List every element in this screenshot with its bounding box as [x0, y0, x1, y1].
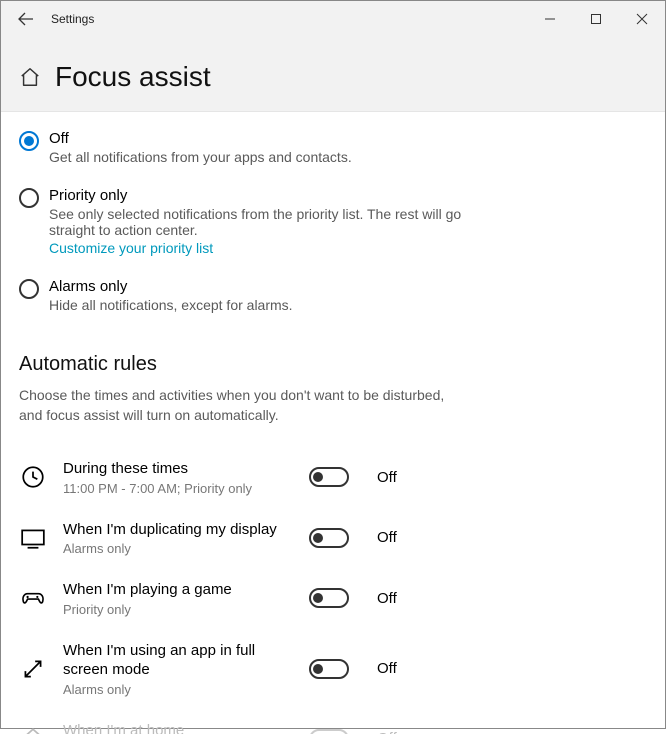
mode-priority[interactable]: Priority only See only selected notifica…: [19, 179, 647, 270]
mode-off[interactable]: Off Get all notifications from your apps…: [19, 122, 647, 179]
content-scroll[interactable]: Off Get all notifications from your apps…: [1, 112, 665, 734]
rule-fullscreen[interactable]: When I'm using an app in full screen mod…: [19, 629, 647, 709]
rule-game-sub: Priority only: [63, 602, 293, 617]
rule-home: When I'm at home Priority only Off: [19, 709, 647, 734]
toggle-home: [309, 729, 349, 734]
fullscreen-icon: [19, 655, 47, 683]
mode-off-label: Off: [49, 130, 352, 147]
toggle-duplicate-state: Off: [377, 529, 397, 546]
rule-fullscreen-sub: Alarms only: [63, 682, 293, 697]
rule-times-title: During these times: [63, 459, 293, 479]
clock-icon: [19, 463, 47, 491]
home-icon[interactable]: [19, 66, 41, 88]
gamepad-icon: [19, 584, 47, 612]
rule-duplicate[interactable]: When I'm duplicating my display Alarms o…: [19, 508, 647, 569]
rule-fullscreen-title: When I'm using an app in full screen mod…: [63, 641, 293, 680]
radio-alarms[interactable]: [19, 279, 39, 299]
back-button[interactable]: [1, 1, 51, 37]
rule-home-title: When I'm at home: [63, 721, 293, 734]
close-button[interactable]: [619, 1, 665, 37]
minimize-icon: [544, 13, 556, 25]
page-title: Focus assist: [55, 61, 211, 93]
radio-priority[interactable]: [19, 188, 39, 208]
monitor-icon: [19, 524, 47, 552]
toggle-home-state: Off: [377, 730, 397, 734]
mode-off-desc: Get all notifications from your apps and…: [49, 149, 352, 165]
rule-game-title: When I'm playing a game: [63, 580, 293, 600]
toggle-times[interactable]: [309, 467, 349, 487]
toggle-times-state: Off: [377, 469, 397, 486]
rule-times[interactable]: During these times 11:00 PM - 7:00 AM; P…: [19, 447, 647, 508]
mode-alarms-label: Alarms only: [49, 278, 293, 295]
auto-rules-title: Automatic rules: [19, 353, 647, 376]
mode-alarms[interactable]: Alarms only Hide all notifications, exce…: [19, 270, 647, 327]
mode-alarms-desc: Hide all notifications, except for alarm…: [49, 297, 293, 313]
toggle-fullscreen[interactable]: [309, 659, 349, 679]
rule-duplicate-sub: Alarms only: [63, 541, 293, 556]
page-header: Focus assist: [1, 37, 665, 112]
maximize-icon: [590, 13, 602, 25]
customize-priority-link[interactable]: Customize your priority list: [49, 240, 213, 256]
minimize-button[interactable]: [527, 1, 573, 37]
window-title: Settings: [51, 12, 94, 26]
house-icon: [19, 725, 47, 734]
titlebar: Settings: [1, 1, 665, 37]
rule-duplicate-title: When I'm duplicating my display: [63, 520, 293, 540]
radio-off[interactable]: [19, 131, 39, 151]
arrow-left-icon: [18, 11, 34, 27]
maximize-button[interactable]: [573, 1, 619, 37]
toggle-game[interactable]: [309, 588, 349, 608]
auto-rules-desc: Choose the times and activities when you…: [19, 386, 459, 425]
rule-times-sub: 11:00 PM - 7:00 AM; Priority only: [63, 481, 293, 496]
toggle-duplicate[interactable]: [309, 528, 349, 548]
rule-game[interactable]: When I'm playing a game Priority only Of…: [19, 568, 647, 629]
close-icon: [636, 13, 648, 25]
toggle-game-state: Off: [377, 590, 397, 607]
mode-priority-label: Priority only: [49, 187, 489, 204]
mode-priority-desc: See only selected notifications from the…: [49, 206, 489, 238]
toggle-fullscreen-state: Off: [377, 660, 397, 677]
